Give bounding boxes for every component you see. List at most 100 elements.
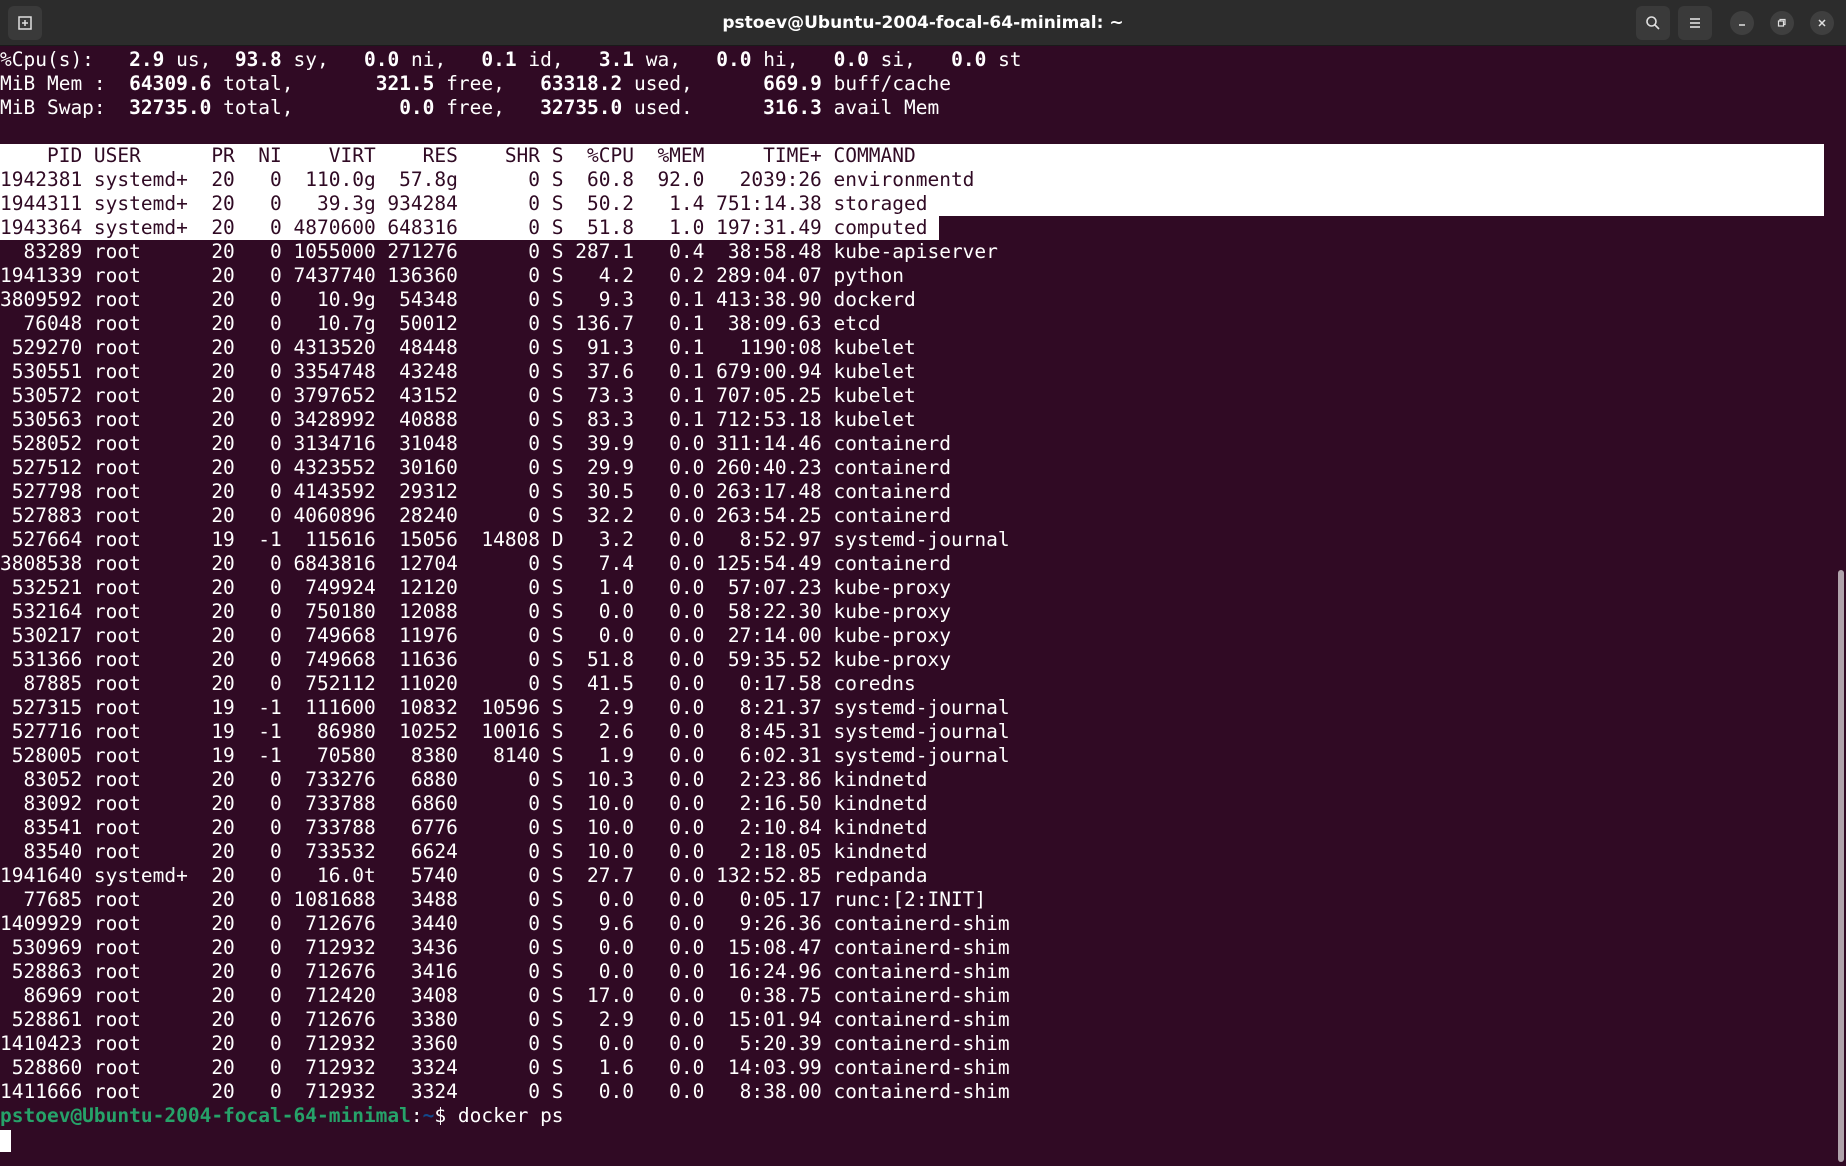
table-row: 1411666 root 20 0 712932 3324 0 S 0.0 0.… [0,1080,1834,1104]
table-row: 83092 root 20 0 733788 6860 0 S 10.0 0.0… [0,792,1834,816]
table-row: 83540 root 20 0 733532 6624 0 S 10.0 0.0… [0,840,1834,864]
summary-value: 0.0 [328,48,400,71]
table-row-text: 530572 root 20 0 3797652 43152 0 S 73.3 … [0,384,916,407]
summary-unit: wa, [634,48,682,71]
input-line[interactable] [0,1128,1834,1152]
summary-value: 0.0 [293,96,435,119]
table-row: 527716 root 19 -1 86980 10252 10016 S 2.… [0,720,1834,744]
new-tab-icon [18,16,32,30]
table-row-text: 3809592 root 20 0 10.9g 54348 0 S 9.3 0.… [0,288,916,311]
table-row-text: 1411666 root 20 0 712932 3324 0 S 0.0 0.… [0,1080,1010,1103]
table-row-text: 527798 root 20 0 4143592 29312 0 S 30.5 … [0,480,951,503]
summary-label: %Cpu(s): [0,48,94,71]
table-row-text: 1943364 systemd+ 20 0 4870600 648316 0 S… [0,216,940,240]
table-row-text: 527716 root 19 -1 86980 10252 10016 S 2.… [0,720,1010,743]
table-row: 532164 root 20 0 750180 12088 0 S 0.0 0.… [0,600,1834,624]
table-row: 86969 root 20 0 712420 3408 0 S 17.0 0.0… [0,984,1834,1008]
table-row: 527883 root 20 0 4060896 28240 0 S 32.2 … [0,504,1834,528]
table-row: 1410423 root 20 0 712932 3360 0 S 0.0 0.… [0,1032,1834,1056]
summary-value: 321.5 [293,72,435,95]
summary-value: 32735.0 [504,96,623,119]
table-row-text: 1941640 systemd+ 20 0 16.0t 5740 0 S 27.… [0,864,928,887]
table-row-text: 527883 root 20 0 4060896 28240 0 S 32.2 … [0,504,951,527]
summary-value: 32735.0 [105,96,212,119]
summary-unit: used. [622,96,693,119]
table-row: 87885 root 20 0 752112 11020 0 S 41.5 0.… [0,672,1834,696]
summary-unit: free, [434,96,505,119]
maximize-button[interactable] [1770,11,1794,35]
summary-unit: total, [211,96,294,119]
summary-swap: MiB Swap: 32735.0 total, 0.0 free, 32735… [0,96,1834,120]
shell-prompt: pstoev@Ubuntu-2004-focal-64-minimal:~$ d… [0,1104,1834,1128]
summary-value: 0.0 [915,48,987,71]
table-row-text: 528052 root 20 0 3134716 31048 0 S 39.9 … [0,432,951,455]
table-row: 527798 root 20 0 4143592 29312 0 S 30.5 … [0,480,1834,504]
table-row: 1944311 systemd+ 20 0 39.3g 934284 0 S 5… [0,192,1824,216]
table-row-text: 528005 root 19 -1 70580 8380 8140 S 1.9 … [0,744,1010,767]
table-row-text: 1410423 root 20 0 712932 3360 0 S 0.0 0.… [0,1032,1010,1055]
window-title: pstoev@Ubuntu-2004-focal-64-minimal: ~ [722,13,1124,33]
summary-value: 669.9 [692,72,822,95]
table-row: 530563 root 20 0 3428992 40888 0 S 83.3 … [0,408,1834,432]
summary-value: 93.8 [211,48,282,71]
table-row-text: 530563 root 20 0 3428992 40888 0 S 83.3 … [0,408,916,431]
table-row: 83541 root 20 0 733788 6776 0 S 10.0 0.0… [0,816,1834,840]
title-bar: pstoev@Ubuntu-2004-focal-64-minimal: ~ [0,0,1846,46]
table-row: 528861 root 20 0 712676 3380 0 S 2.9 0.0… [0,1008,1834,1032]
summary-value: 64309.6 [105,72,212,95]
summary-unit: free, [434,72,505,95]
table-row-text: 1944311 systemd+ 20 0 39.3g 934284 0 S 5… [0,192,928,215]
scrollbar-thumb[interactable] [1838,570,1844,1162]
prompt-user-host: pstoev@Ubuntu-2004-focal-64-minimal [0,1104,411,1127]
table-row: 76048 root 20 0 10.7g 50012 0 S 136.7 0.… [0,312,1834,336]
summary-value: 63318.2 [504,72,623,95]
table-row: 530551 root 20 0 3354748 43248 0 S 37.6 … [0,360,1834,384]
summary-unit: ni, [399,48,447,71]
search-icon [1646,16,1660,30]
table-row-text: 530217 root 20 0 749668 11976 0 S 0.0 0.… [0,624,951,647]
table-row: 527512 root 20 0 4323552 30160 0 S 29.9 … [0,456,1834,480]
minimize-icon [1739,24,1745,26]
summary-value: 0.1 [446,48,517,71]
table-row: 529270 root 20 0 4313520 48448 0 S 91.3 … [0,336,1834,360]
table-header: PID USER PR NI VIRT RES SHR S %CPU %MEM … [0,144,1824,168]
table-header-text: PID USER PR NI VIRT RES SHR S %CPU %MEM … [0,144,916,167]
summary-unit: us, [164,48,212,71]
terminal-output[interactable]: %Cpu(s): 2.9 us, 93.8 sy, 0.0 ni, 0.1 id… [0,48,1834,1166]
table-row-text: 532164 root 20 0 750180 12088 0 S 0.0 0.… [0,600,951,623]
minimize-button[interactable] [1730,11,1754,35]
table-row: 1942381 systemd+ 20 0 110.0g 57.8g 0 S 6… [0,168,1824,192]
search-button[interactable] [1636,6,1670,40]
summary-unit: id, [516,48,564,71]
table-row: 530969 root 20 0 712932 3436 0 S 0.0 0.0… [0,936,1834,960]
table-row: 83052 root 20 0 733276 6880 0 S 10.3 0.0… [0,768,1834,792]
summary-unit: hi, [751,48,799,71]
table-row: 1941339 root 20 0 7437740 136360 0 S 4.2… [0,264,1834,288]
summary-unit: used, [622,72,693,95]
summary-mem: MiB Mem : 64309.6 total, 321.5 free, 633… [0,72,1834,96]
table-row-text: 528863 root 20 0 712676 3416 0 S 0.0 0.0… [0,960,1010,983]
table-row-text: 529270 root 20 0 4313520 48448 0 S 91.3 … [0,336,916,359]
table-row-text: 3808538 root 20 0 6843816 12704 0 S 7.4 … [0,552,951,575]
close-button[interactable] [1810,11,1834,35]
maximize-icon [1777,18,1786,27]
summary-label: MiB Mem : [0,72,106,95]
prompt-command: docker ps [457,1104,564,1127]
table-row-text: 527664 root 19 -1 115616 15056 14808 D 3… [0,528,1010,551]
table-row-text: 83289 root 20 0 1055000 271276 0 S 287.1… [0,240,998,263]
table-row: 1409929 root 20 0 712676 3440 0 S 9.6 0.… [0,912,1834,936]
summary-unit: avail Mem [821,96,940,119]
table-row-text: 1942381 systemd+ 20 0 110.0g 57.8g 0 S 6… [0,168,975,191]
process-table: PID USER PR NI VIRT RES SHR S %CPU %MEM … [0,144,1834,1104]
menu-button[interactable] [1678,6,1712,40]
table-row: 528863 root 20 0 712676 3416 0 S 0.0 0.0… [0,960,1834,984]
table-row-text: 83092 root 20 0 733788 6860 0 S 10.0 0.0… [0,792,928,815]
summary-cpu: %Cpu(s): 2.9 us, 93.8 sy, 0.0 ni, 0.1 id… [0,48,1834,72]
summary-value: 3.1 [563,48,635,71]
new-tab-button[interactable] [8,6,42,40]
table-row-text: 530551 root 20 0 3354748 43248 0 S 37.6 … [0,360,916,383]
table-row: 527315 root 19 -1 111600 10832 10596 S 2… [0,696,1834,720]
table-row: 1941640 systemd+ 20 0 16.0t 5740 0 S 27.… [0,864,1834,888]
summary-unit: sy, [281,48,329,71]
